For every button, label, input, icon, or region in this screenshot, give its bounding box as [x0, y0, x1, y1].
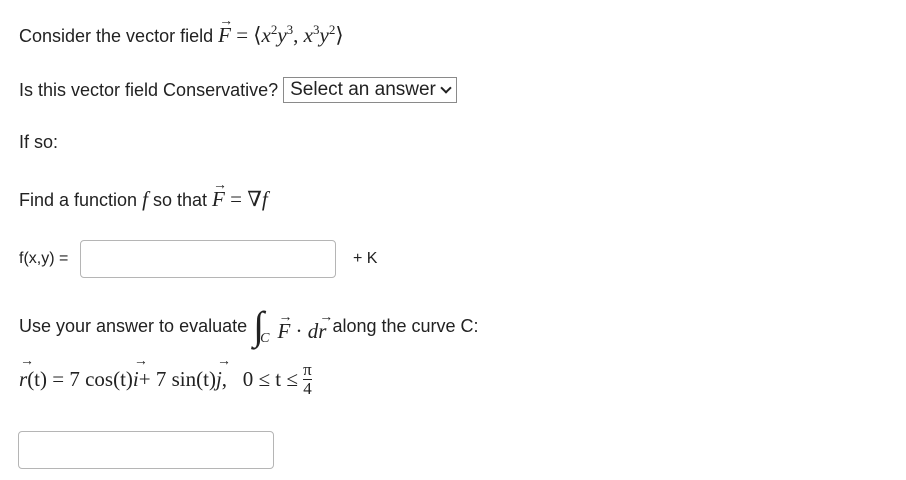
question-find-function: Find a function f so that F = ∇f — [19, 175, 268, 211]
close-bracket: ⟩ — [335, 23, 344, 47]
comp1-x: x — [261, 23, 271, 47]
plus-k-label: + K — [353, 250, 378, 267]
integral-subscript: C — [260, 331, 270, 346]
integral-answer-input[interactable] — [18, 431, 274, 469]
comp2-x: x — [303, 23, 313, 47]
line-integral: ∫ C F · dr — [253, 306, 333, 347]
evaluate-prefix: Use your answer to evaluate — [19, 316, 248, 336]
vector-r-symbol: r — [318, 307, 333, 342]
dot-operator: · — [290, 319, 308, 343]
pi-over-four: π4 — [303, 361, 312, 398]
fraction-numerator: π — [303, 360, 312, 379]
conservative-answer-select[interactable]: Select an answer — [283, 77, 457, 103]
vector-f-symbol-2: F — [212, 175, 227, 210]
f-symbol-2: f — [261, 187, 268, 211]
conservative-question-text: Is this vector field Conservative? — [19, 80, 279, 100]
question-conservative: Is this vector field Conservative? Selec… — [19, 77, 457, 103]
unit-j-symbol: j — [216, 354, 231, 392]
f-symbol: f — [142, 187, 148, 211]
chevron-down-icon — [440, 82, 452, 94]
find-function-mid: so that — [152, 190, 207, 210]
question-vector-field: Consider the vector field F = ⟨x2y3, x3y… — [19, 11, 344, 47]
evaluate-suffix: along the curve C: — [332, 316, 479, 336]
curve-range: , 0 ≤ t ≤ — [221, 367, 304, 391]
vector-r-symbol-2: r — [19, 354, 34, 392]
fxy-label: f(x,y) = — [19, 250, 69, 267]
gradient-expression: F = ∇f — [212, 175, 268, 211]
vector-f-symbol: F — [218, 11, 233, 46]
open-bracket: ⟨ — [253, 23, 262, 47]
if-so-label: If so: — [19, 132, 59, 152]
unit-i-symbol: i — [133, 354, 148, 392]
fraction-denominator: 4 — [303, 379, 312, 398]
d-symbol: d — [307, 319, 319, 343]
comp1-y: y — [277, 23, 287, 47]
equals-sign: = — [230, 23, 254, 47]
equals-sign-2: = — [224, 187, 248, 211]
vector-f-symbol-3: F — [277, 307, 292, 342]
curve-lhs: (t) = 7 cos(t) — [27, 367, 133, 391]
comma: , — [293, 23, 304, 47]
find-function-prefix: Find a function — [19, 190, 138, 210]
nabla-symbol: ∇ — [247, 187, 262, 211]
question-evaluate: Use your answer to evaluate ∫ C F · dr a… — [19, 306, 479, 347]
potential-function-input[interactable] — [80, 240, 336, 278]
curve-definition: r(t) = 7 cos(t)i + 7 sin(t)j, 0 ≤ t ≤ π4 — [19, 354, 312, 398]
vector-field-expression: F = ⟨x2y3, x3y2⟩ — [218, 11, 344, 47]
select-value: Select an answer — [290, 79, 436, 100]
curve-mid: + 7 sin(t) — [138, 367, 216, 391]
vector-field-prefix: Consider the vector field — [19, 26, 214, 46]
comp2-y: y — [319, 23, 329, 47]
